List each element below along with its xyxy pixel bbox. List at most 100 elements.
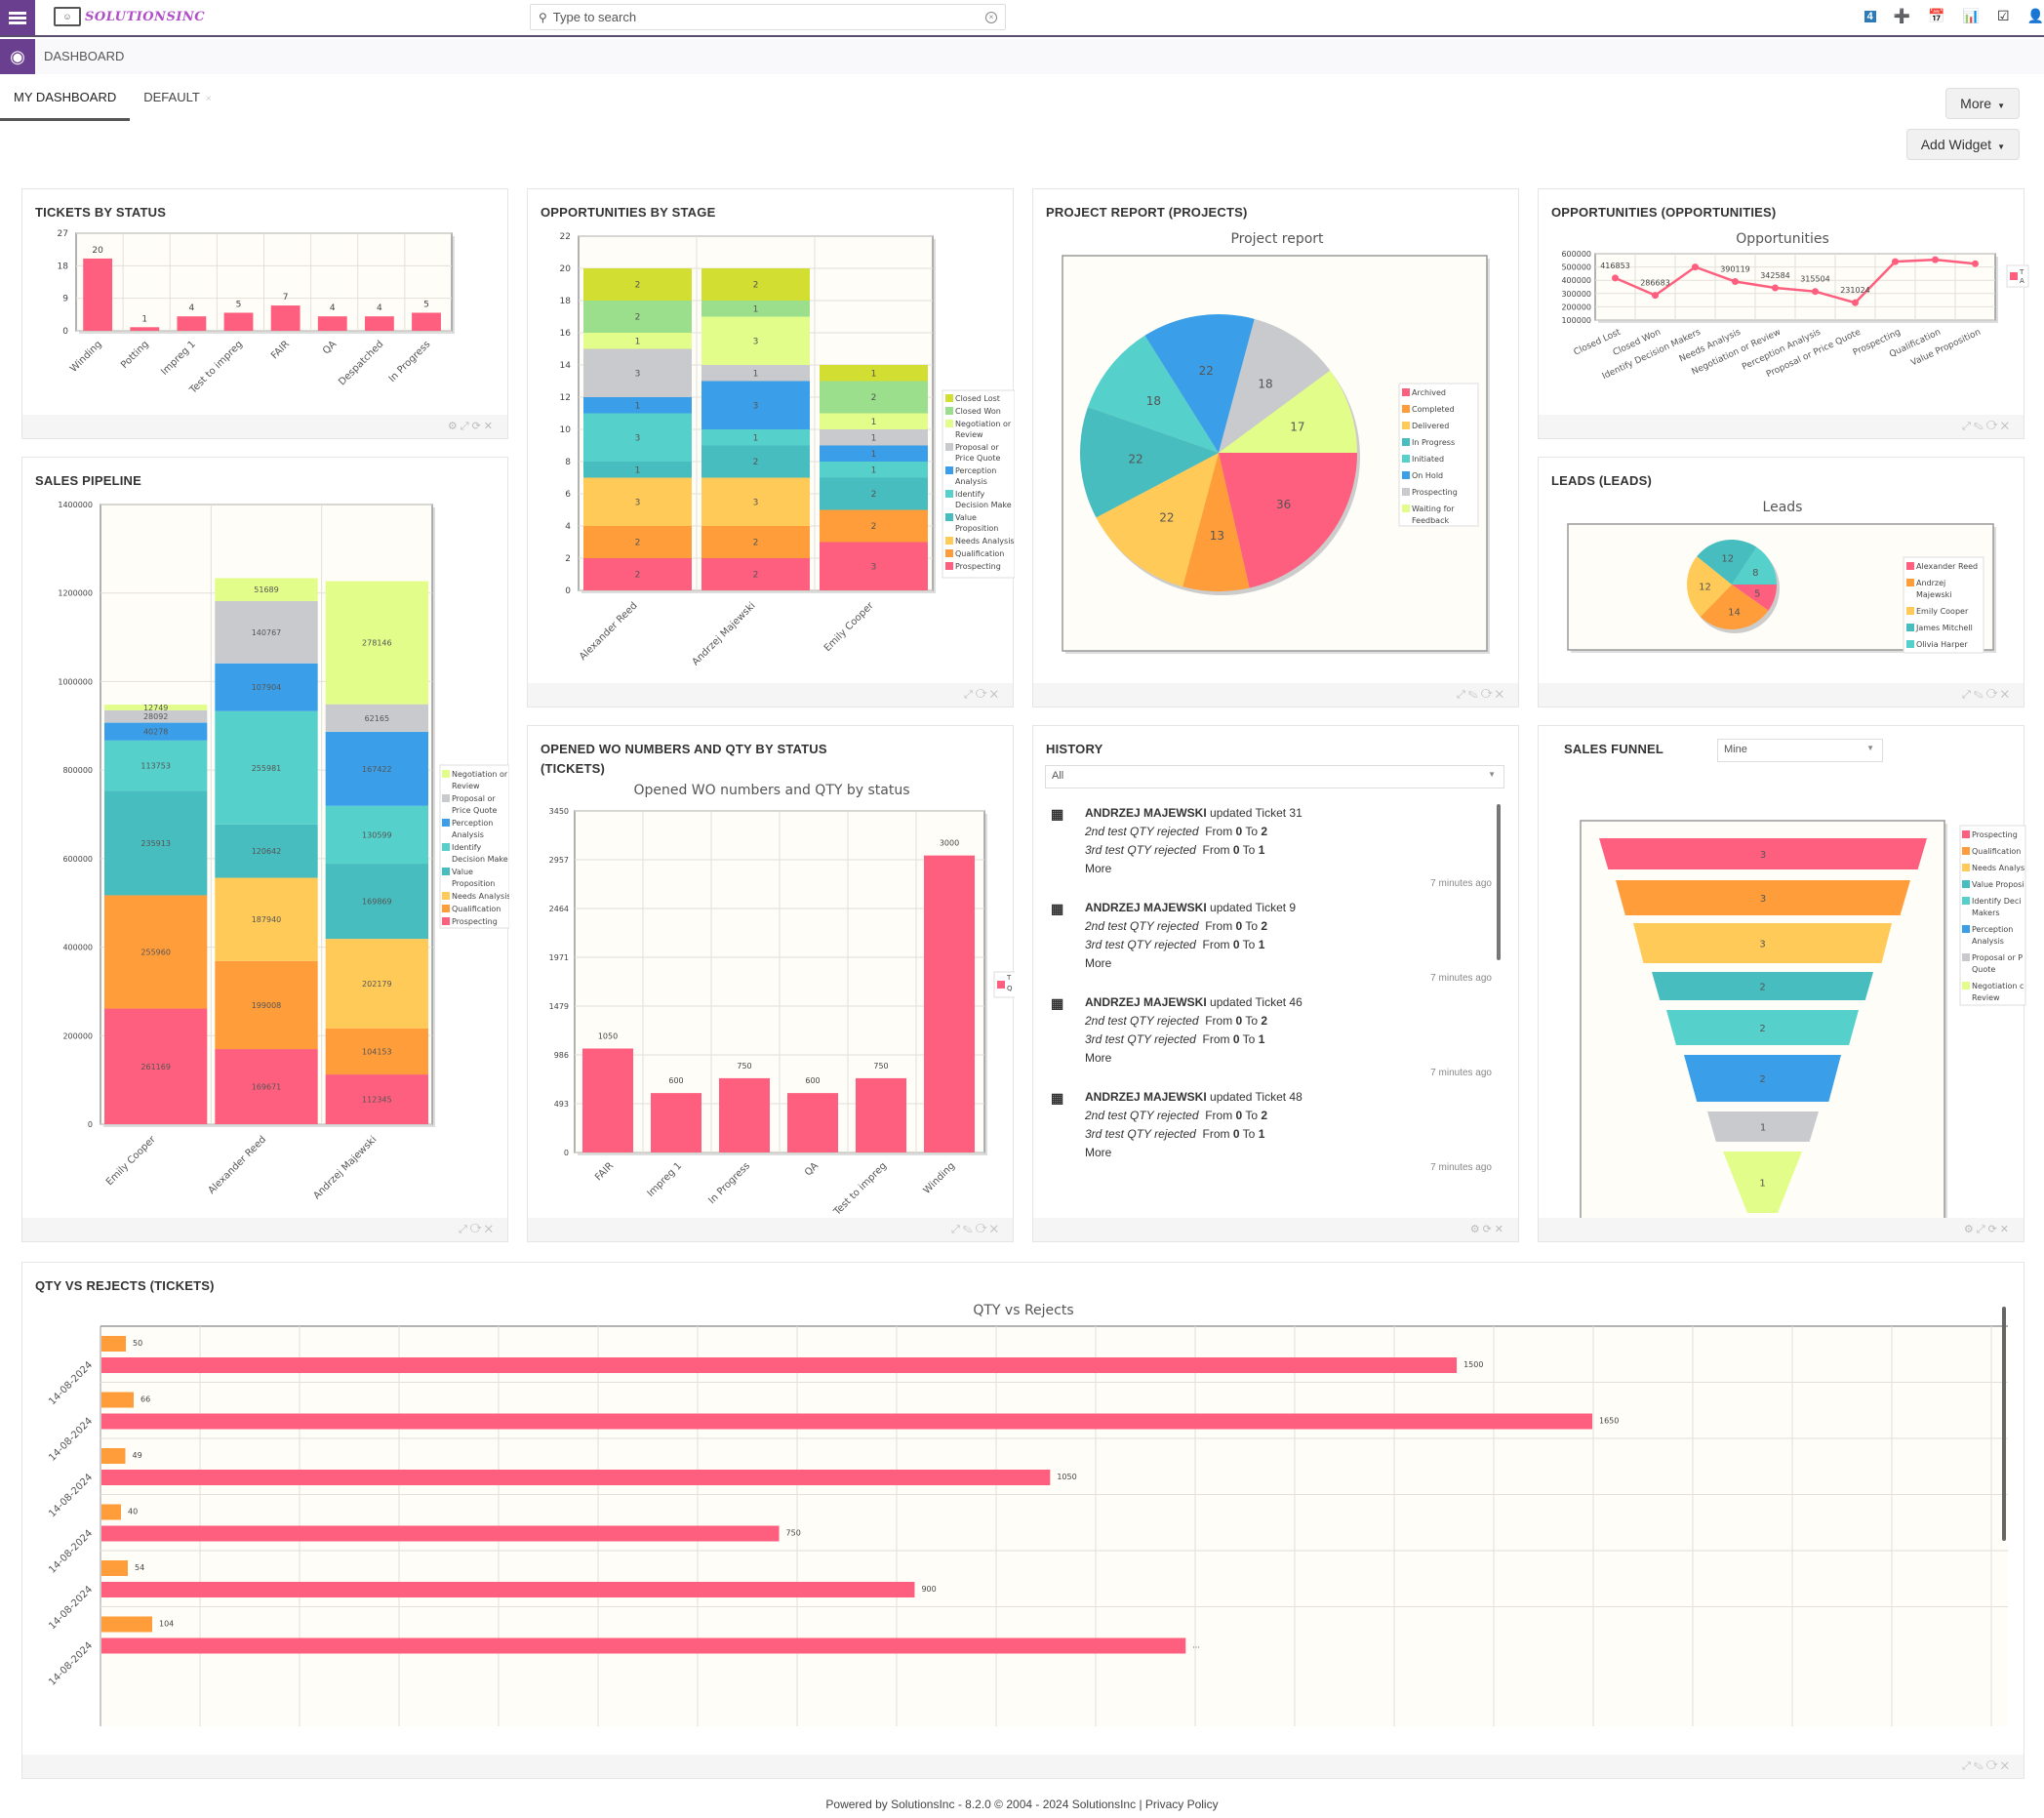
add-widget-label: Add Widget	[1920, 137, 1992, 152]
chart-title: Opened WO numbers and QTY by status	[633, 783, 909, 798]
refresh-icon[interactable]: ⟳	[1986, 421, 2001, 432]
logo[interactable]: ☺ SOLUTIONSINC	[54, 7, 205, 26]
calendar-icon[interactable]: 📅	[1928, 8, 1944, 24]
legend-swatch	[1906, 640, 1914, 648]
dashboard-gauge-icon[interactable]: ◉	[0, 39, 35, 74]
refresh-icon[interactable]: ⟳	[1988, 1224, 2000, 1235]
close-icon[interactable]: ✕	[990, 689, 1001, 701]
refresh-icon[interactable]: ⟳	[976, 1224, 990, 1235]
data-label: 4	[189, 303, 195, 313]
history-more-link[interactable]: More	[1085, 1049, 1503, 1068]
refresh-icon[interactable]: ⟳	[1986, 689, 2001, 701]
refresh-icon[interactable]: ⟳	[470, 1224, 485, 1235]
legend-label: Feedback	[1412, 516, 1449, 525]
search-clear-icon[interactable]: ×	[985, 11, 997, 23]
tab-my-dashboard[interactable]: MY DASHBOARD	[0, 86, 131, 121]
legend-label: Perception	[955, 466, 996, 475]
refresh-icon[interactable]: ⟳	[472, 421, 484, 432]
caret-down-icon: ▼	[1997, 142, 2005, 151]
x-tick-label: Alexander Reed	[578, 600, 640, 663]
legend-swatch	[1962, 847, 1970, 855]
y-tick-label: 14-08-2024	[47, 1416, 95, 1464]
settings-icon[interactable]: ⚙	[1964, 1224, 1977, 1235]
close-icon[interactable]: ✕	[2001, 1760, 2012, 1772]
edit-icon[interactable]: ✎	[1974, 421, 1986, 432]
close-icon[interactable]: ✕	[1496, 689, 1506, 701]
history-action[interactable]: updated Ticket 46	[1210, 995, 1303, 1009]
history-more-link[interactable]: More	[1085, 860, 1503, 878]
data-label: 40	[128, 1508, 138, 1516]
add-widget-button[interactable]: Add Widget ▼	[1905, 129, 2020, 160]
to-label: To	[1245, 825, 1259, 838]
edit-icon[interactable]: ✎	[1974, 689, 1986, 701]
legend-label: Closed Lost	[955, 394, 1000, 403]
qty-chart-scrollbar[interactable]	[2002, 1307, 2006, 1541]
refresh-icon[interactable]: ⟳	[1483, 1224, 1495, 1235]
close-icon[interactable]: ✕	[2001, 689, 2012, 701]
user-icon[interactable]: 👤	[2027, 8, 2044, 24]
legend-label: Proposition	[955, 524, 998, 533]
history-user[interactable]: ANDRZEJ MAJEWSKI	[1085, 995, 1207, 1009]
notifications-badge[interactable]: 4	[1864, 10, 1876, 22]
chevron-down-icon: ▼	[1866, 744, 1874, 752]
edit-icon[interactable]: ✎	[963, 1224, 976, 1235]
history-action[interactable]: updated Ticket 9	[1210, 901, 1296, 914]
settings-icon[interactable]: ⚙	[448, 421, 461, 432]
close-icon[interactable]: ✕	[2000, 1224, 2012, 1235]
widget-footer: ⤢⟳✕	[528, 683, 1013, 707]
refresh-icon[interactable]: ⟳	[1481, 689, 1496, 701]
edit-icon[interactable]: ✎	[1468, 689, 1481, 701]
hamburger-menu-button[interactable]	[0, 0, 35, 35]
expand-icon[interactable]: ⤢	[459, 1224, 470, 1235]
tab-default[interactable]: DEFAULT ×	[130, 86, 224, 121]
bar	[270, 305, 301, 331]
expand-icon[interactable]: ⤢	[1962, 1760, 1974, 1772]
history-more-link[interactable]: More	[1085, 954, 1503, 973]
settings-icon[interactable]: ⚙	[1470, 1224, 1483, 1235]
history-user[interactable]: ANDRZEJ MAJEWSKI	[1085, 1090, 1207, 1104]
close-icon[interactable]: ✕	[484, 421, 496, 432]
refresh-icon[interactable]: ⟳	[1986, 1760, 2001, 1772]
expand-icon[interactable]: ⤢	[1977, 1224, 1988, 1235]
history-user[interactable]: ANDRZEJ MAJEWSKI	[1085, 901, 1207, 914]
close-icon[interactable]: ✕	[485, 1224, 496, 1235]
widget-sales-funnel: SALES FUNNEL Mine ▼ 3 3 3 2 2 2 1 1 Prospecting Qu…	[1538, 725, 2026, 1242]
more-button[interactable]: More ▼	[1945, 88, 2020, 119]
privacy-policy-link[interactable]: Privacy Policy	[1145, 1798, 1219, 1811]
history-more-link[interactable]: More	[1085, 1144, 1503, 1162]
expand-icon[interactable]: ⤢	[1457, 689, 1468, 701]
legend-label: Analysis	[1972, 937, 2004, 946]
history-user[interactable]: ANDRZEJ MAJEWSKI	[1085, 806, 1207, 820]
close-tab-icon[interactable]: ×	[206, 94, 212, 104]
data-label: 7	[283, 293, 289, 303]
close-icon[interactable]: ✕	[1495, 1224, 1506, 1235]
to-value: 1	[1258, 938, 1265, 951]
expand-icon[interactable]: ⤢	[1962, 689, 1974, 701]
segment-label: 28092	[143, 712, 168, 721]
expand-icon[interactable]: ⤢	[1962, 421, 1974, 432]
expand-icon[interactable]: ⤢	[964, 689, 976, 701]
tasks-checkbox-icon[interactable]: ☑	[1997, 8, 2010, 24]
history-action[interactable]: updated Ticket 48	[1210, 1090, 1303, 1104]
segment-label: 1	[635, 337, 641, 346]
widget-footer: ⤢⟳✕	[22, 1218, 507, 1241]
reports-chart-icon[interactable]: 📊	[1963, 8, 1980, 24]
sales-funnel-filter-select[interactable]: Mine ▼	[1717, 739, 1883, 762]
refresh-icon[interactable]: ⟳	[976, 689, 990, 701]
close-icon[interactable]: ✕	[990, 1224, 1001, 1235]
segment-label: 112345	[362, 1096, 392, 1105]
close-icon[interactable]: ✕	[2001, 421, 2012, 432]
history-action[interactable]: updated Ticket 31	[1210, 806, 1303, 820]
add-circle-icon[interactable]: ➕	[1894, 8, 1910, 24]
search-input[interactable]: ⚲ Type to search ×	[530, 4, 1006, 30]
widget-footer: ⤢✎⟳✕	[1539, 683, 2024, 707]
data-point	[1852, 299, 1859, 306]
widget-opportunities-by-stage: OPPORTUNITIES BY STAGE 0 2 4 6 8 10 12 14 16 18 20…	[527, 188, 1015, 707]
legend-swatch	[1962, 897, 1970, 905]
edit-icon[interactable]: ✎	[1974, 1760, 1986, 1772]
history-change: 2nd test QTY rejected From 0 To 2	[1085, 1107, 1503, 1125]
history-filter-select[interactable]: All ▼	[1045, 765, 1504, 788]
expand-icon[interactable]: ⤢	[951, 1224, 963, 1235]
expand-icon[interactable]: ⤢	[461, 421, 472, 432]
history-scrollbar[interactable]	[1497, 804, 1501, 960]
